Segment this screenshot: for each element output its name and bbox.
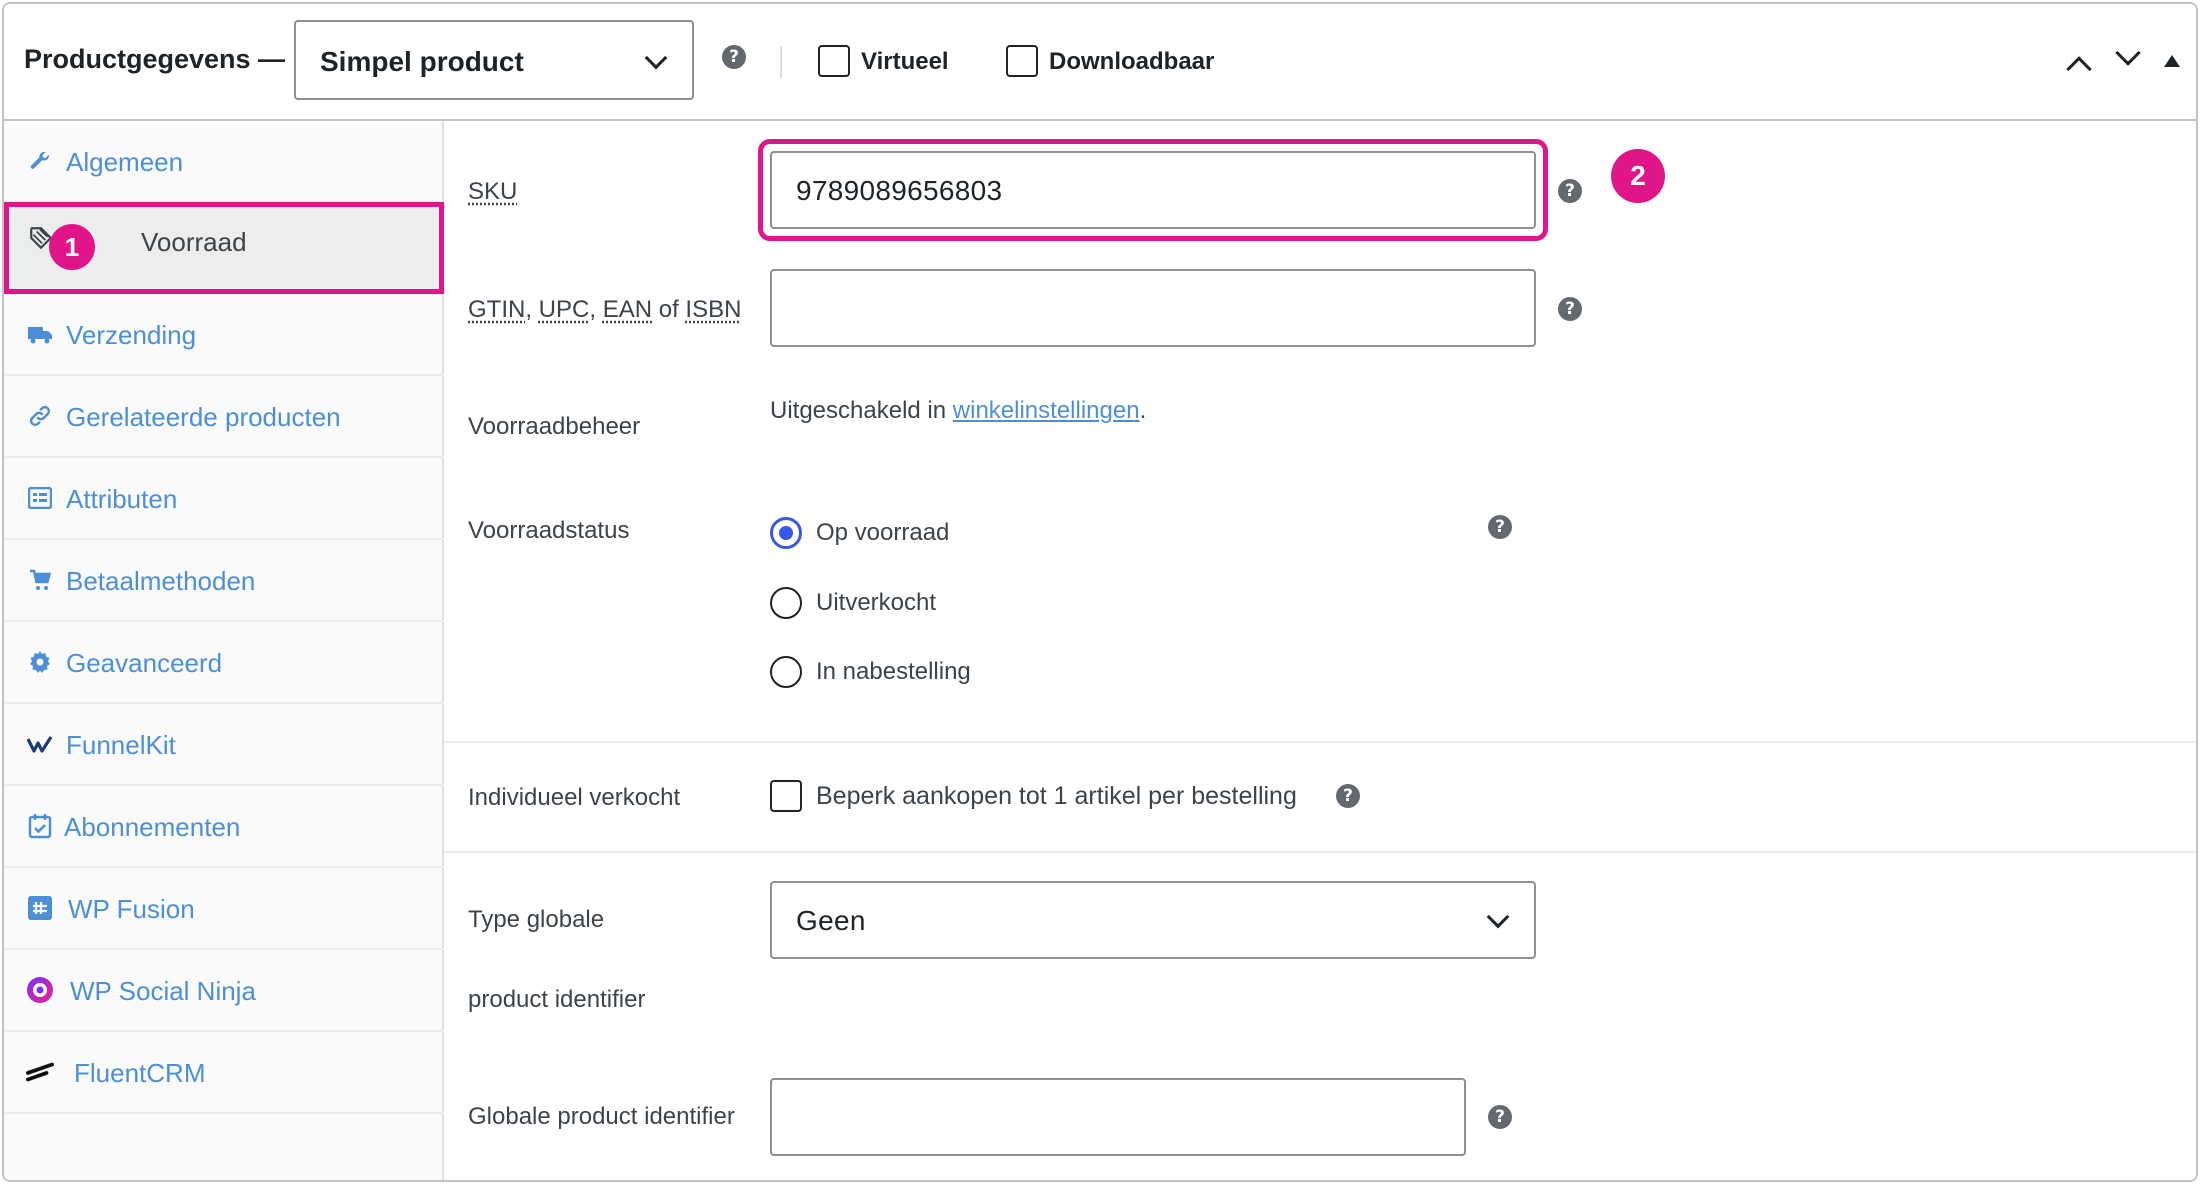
- help-icon[interactable]: ?: [1558, 179, 1582, 203]
- sku-value: 9789089656803: [796, 175, 1003, 206]
- help-icon[interactable]: ?: [1488, 515, 1512, 539]
- tab-label: Betaalmethoden: [66, 566, 256, 596]
- tab-label: Algemeen: [66, 147, 184, 177]
- tab-attributen[interactable]: Attributen: [4, 458, 444, 540]
- tab-algemeen[interactable]: Algemeen: [4, 121, 444, 203]
- tab-gerelateerde-producten[interactable]: Gerelateerde producten: [4, 376, 444, 458]
- sold-individually-checkbox-label: Beperk aankopen tot 1 artikel per bestel…: [816, 782, 1297, 810]
- downloadable-checkbox[interactable]: [1006, 45, 1038, 77]
- global-identifier-type-value: Geen: [796, 905, 866, 936]
- inventory-panel: SKU 9789089656803 ? 2 GTIN, UPC, EAN of …: [444, 121, 2196, 1180]
- list-table-icon: [26, 484, 54, 512]
- tab-label: Gerelateerde producten: [66, 402, 341, 432]
- product-type-select[interactable]: Simpel product: [294, 20, 694, 100]
- gtin-label: GTIN, UPC, EAN of ISBN: [468, 296, 742, 323]
- wp-fusion-icon: [26, 894, 54, 922]
- tab-fluentcrm[interactable]: FluentCRM: [4, 1032, 444, 1114]
- tab-label: FunnelKit: [66, 730, 176, 760]
- radio-label: Uitverkocht: [816, 589, 937, 616]
- move-up-icon[interactable]: [2066, 56, 2092, 82]
- collapse-toggle-icon[interactable]: [2164, 55, 2180, 67]
- radio-in-nabestelling[interactable]: [770, 656, 802, 688]
- chevron-down-icon: [644, 46, 668, 70]
- tab-wp-social-ninja[interactable]: WP Social Ninja: [4, 950, 444, 1032]
- tab-label: WP Fusion: [68, 894, 195, 924]
- truck-icon: [26, 320, 54, 348]
- virtual-checkbox[interactable]: [818, 45, 850, 77]
- tab-label: Attributen: [66, 484, 178, 514]
- tab-betaalmethoden[interactable]: Betaalmethoden: [4, 540, 444, 622]
- divider: [444, 851, 2196, 853]
- sku-input[interactable]: 9789089656803: [770, 151, 1536, 229]
- tab-label: FluentCRM: [74, 1058, 206, 1088]
- stock-management-text: Uitgeschakeld in winkelinstellingen.: [770, 397, 1147, 424]
- global-identifier-label: Globale product identifier: [468, 1103, 735, 1130]
- tab-wp-fusion[interactable]: WP Fusion: [4, 868, 444, 950]
- global-identifier-type-select[interactable]: Geen: [770, 881, 1536, 959]
- funnelkit-icon: [26, 730, 54, 758]
- radio-label: Op voorraad: [816, 519, 950, 546]
- divider: [444, 741, 2196, 743]
- stock-status-label: Voorraadstatus: [468, 517, 630, 544]
- divider: [780, 46, 782, 78]
- help-icon[interactable]: ?: [1558, 297, 1582, 321]
- tab-geavanceerd[interactable]: Geavanceerd: [4, 622, 444, 704]
- store-settings-link[interactable]: winkelinstellingen: [953, 397, 1140, 424]
- product-data-panel: Productgegevens — Simpel product ? Virtu…: [2, 2, 2198, 1182]
- tab-label: Voorraad: [141, 227, 247, 257]
- cart-icon: [26, 566, 54, 594]
- panel-title: Productgegevens —: [24, 44, 286, 74]
- panel-header: Productgegevens — Simpel product ? Virtu…: [4, 4, 2196, 121]
- virtual-label: Virtueel: [861, 48, 949, 75]
- radio-label: In nabestelling: [816, 658, 971, 685]
- global-identifier-type-label-line1: Type globale: [468, 906, 605, 933]
- link-icon: [26, 402, 54, 430]
- tab-label: Geavanceerd: [66, 648, 223, 678]
- global-identifier-input[interactable]: [770, 1078, 1466, 1156]
- product-type-value: Simpel product: [320, 46, 524, 77]
- tab-funnelkit[interactable]: FunnelKit: [4, 704, 444, 786]
- move-down-icon[interactable]: [2115, 40, 2141, 66]
- help-icon[interactable]: ?: [1336, 784, 1360, 808]
- tab-label: Verzending: [66, 320, 197, 350]
- sku-label: SKU: [468, 178, 518, 205]
- social-ninja-icon: [26, 976, 54, 1004]
- gtin-input[interactable]: [770, 269, 1536, 347]
- help-icon[interactable]: ?: [722, 45, 746, 69]
- wrench-icon: [26, 147, 54, 175]
- product-data-tabs: Algemeen 1 Voorraad Verzending Gerelatee…: [4, 121, 444, 1180]
- stock-management-label: Voorraadbeheer: [468, 413, 641, 440]
- tab-abonnementen[interactable]: Abonnementen: [4, 786, 444, 868]
- tab-verzending[interactable]: Verzending: [4, 294, 444, 376]
- global-identifier-type-label-line2: product identifier: [468, 986, 646, 1013]
- fluentcrm-icon: [26, 1058, 54, 1086]
- downloadable-label: Downloadbaar: [1049, 48, 1215, 75]
- step-badge-1: 1: [49, 224, 95, 270]
- help-icon[interactable]: ?: [1488, 1105, 1512, 1129]
- tab-voorraad[interactable]: 1 Voorraad: [4, 202, 444, 294]
- radio-uitverkocht[interactable]: [770, 587, 802, 619]
- calendar-icon: [26, 812, 54, 840]
- step-badge-2: 2: [1611, 149, 1665, 203]
- tab-label: Abonnementen: [64, 812, 241, 842]
- chevron-down-icon: [1486, 905, 1510, 929]
- gear-icon: [26, 648, 54, 676]
- sold-individually-checkbox[interactable]: [770, 780, 802, 812]
- sold-individually-label: Individueel verkocht: [468, 784, 681, 811]
- tab-label: WP Social Ninja: [70, 976, 256, 1006]
- radio-op-voorraad[interactable]: [770, 517, 802, 549]
